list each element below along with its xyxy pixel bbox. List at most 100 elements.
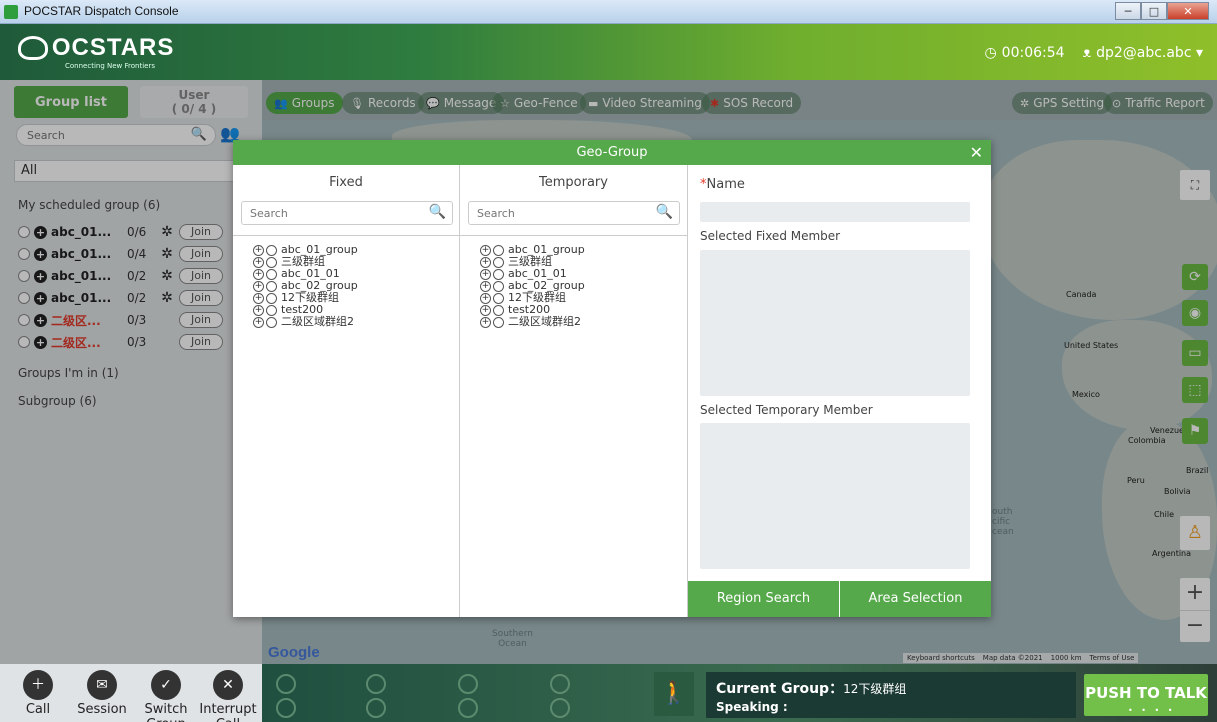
name-input[interactable] [700,202,970,222]
tree-radio[interactable] [493,244,504,256]
switch-group-icon: ✓ [151,670,181,700]
name-label: *Name [700,177,745,192]
expand-icon[interactable]: + [253,316,264,328]
expand-icon[interactable]: + [253,292,264,304]
expand-icon[interactable]: + [480,268,491,280]
fixed-search: 🔍 [241,201,453,225]
fixed-group-tree: + abc_01_group + 三级群组 + abc_01_01 + abc_02_g… [253,244,358,328]
logo-mark-icon [18,36,48,60]
tree-radio[interactable] [493,316,504,328]
temporary-search-input[interactable] [469,202,649,224]
call-button[interactable]: ＋ Call [8,670,68,717]
member-mic-icon[interactable] [366,698,386,718]
region-search-button[interactable]: Region Search [688,581,840,617]
area-selection-button[interactable]: Area Selection [840,581,991,617]
temporary-search: 🔍 [468,201,680,225]
tree-item[interactable]: + 二级区域群组2 [480,316,585,328]
call-label: Call [25,702,51,717]
selected-fixed-box[interactable] [700,250,970,396]
current-group-panel: Current Group：12下级群组 Speaking : [706,672,1076,718]
expand-icon[interactable]: + [253,280,264,292]
tree-radio[interactable] [266,268,277,280]
expand-icon[interactable]: + [253,304,264,316]
interrupt-icon: ✕ [213,670,243,700]
clock-icon: ◷ [984,44,997,61]
member-mic-icon[interactable] [276,698,296,718]
temporary-title: Temporary [539,175,608,190]
tree-radio[interactable] [493,292,504,304]
expand-icon[interactable]: + [480,292,491,304]
member-mic-icon[interactable] [276,674,296,694]
close-icon[interactable]: ✕ [970,140,983,165]
tree-item-label: 二级区域群组2 [281,315,354,328]
divider [233,235,459,236]
minimize-button[interactable]: ─ [1115,2,1141,20]
session-label: Session [77,702,127,717]
session-button[interactable]: ✉ Session [72,670,132,717]
window-controls: ─ □ ✕ [1115,2,1209,20]
tree-radio[interactable] [266,280,277,292]
selected-temporary-label: Selected Temporary Member [700,403,873,417]
temporary-group-tree: + abc_01_group + 三级群组 + abc_01_01 + abc_02_g… [480,244,585,328]
search-icon[interactable]: 🔍 [656,204,673,220]
user-menu[interactable]: ᴥ dp2@abc.abc ▾ [1082,44,1203,62]
tree-radio[interactable] [493,268,504,280]
expand-icon[interactable]: + [253,268,264,280]
interrupt-call-label: Interrupt Call [199,702,257,722]
tree-radio[interactable] [266,244,277,256]
ptt-indicator: • • • • [1128,706,1176,715]
name-label-text: Name [706,177,745,192]
tree-radio[interactable] [266,256,277,268]
member-mic-icon[interactable] [458,698,478,718]
selected-temporary-box[interactable] [700,423,970,569]
logo: OCSTARS Connecting New Frontiers [18,34,175,70]
interrupt-call-button[interactable]: ✕ Interrupt Call [198,670,258,722]
expand-icon[interactable]: + [480,280,491,292]
user-name: dp2@abc.abc ▾ [1096,44,1203,61]
switch-group-button[interactable]: ✓ Switch Group [136,670,196,722]
tree-radio[interactable] [493,256,504,268]
member-mic-icon[interactable] [458,674,478,694]
app-header: OCSTARS Connecting New Frontiers ◷ 00:06… [0,24,1217,80]
expand-icon[interactable]: + [253,256,264,268]
current-group-line: Current Group：12下级群组 [716,678,1066,698]
member-mic-icon[interactable] [550,698,570,718]
tree-radio[interactable] [493,280,504,292]
tree-item-label: 二级区域群组2 [508,315,581,328]
current-group-value: 12下级群组 [843,682,907,696]
call-icon: ＋ [23,670,53,700]
logo-text: OCSTARS [51,34,175,61]
fixed-search-input[interactable] [242,202,422,224]
switch-group-label: Switch Group [144,702,188,722]
expand-icon[interactable]: + [480,256,491,268]
session-icon: ✉ [87,670,117,700]
current-group-label: Current Group： [716,681,844,697]
divider [460,235,687,236]
person-icon: ᴥ [1082,45,1092,61]
expand-icon[interactable]: + [253,244,264,256]
search-icon[interactable]: 🔍 [429,204,446,220]
app-icon [4,5,18,19]
walker-icon: 🚶 [654,672,694,716]
maximize-button[interactable]: □ [1141,2,1167,20]
temporary-column: Temporary 🔍 +abc_01_group +三级群组 +abc_01_… [460,165,688,617]
geo-group-dialog: Geo-Group ✕ Fixed 🔍 +abc_01_group +三级群组 … [233,140,991,617]
expand-icon[interactable]: + [480,244,491,256]
window-title: POCSTAR Dispatch Console [24,4,179,18]
tree-radio[interactable] [493,304,504,316]
dialog-actions: Region Search Area Selection [688,581,991,617]
expand-icon[interactable]: + [480,304,491,316]
tree-radio[interactable] [266,292,277,304]
dialog-title: Geo-Group [576,145,648,160]
member-mic-icon[interactable] [366,674,386,694]
member-mic-icon[interactable] [550,674,570,694]
fixed-title: Fixed [329,175,363,190]
tree-item[interactable]: + 二级区域群组2 [253,316,358,328]
expand-icon[interactable]: + [480,316,491,328]
window-close-button[interactable]: ✕ [1167,2,1209,20]
session-timer: ◷ 00:06:54 [984,44,1064,61]
selected-fixed-label: Selected Fixed Member [700,229,841,243]
header-status: ◷ 00:06:54 ᴥ dp2@abc.abc ▾ [984,44,1203,62]
tree-radio[interactable] [266,316,277,328]
tree-radio[interactable] [266,304,277,316]
